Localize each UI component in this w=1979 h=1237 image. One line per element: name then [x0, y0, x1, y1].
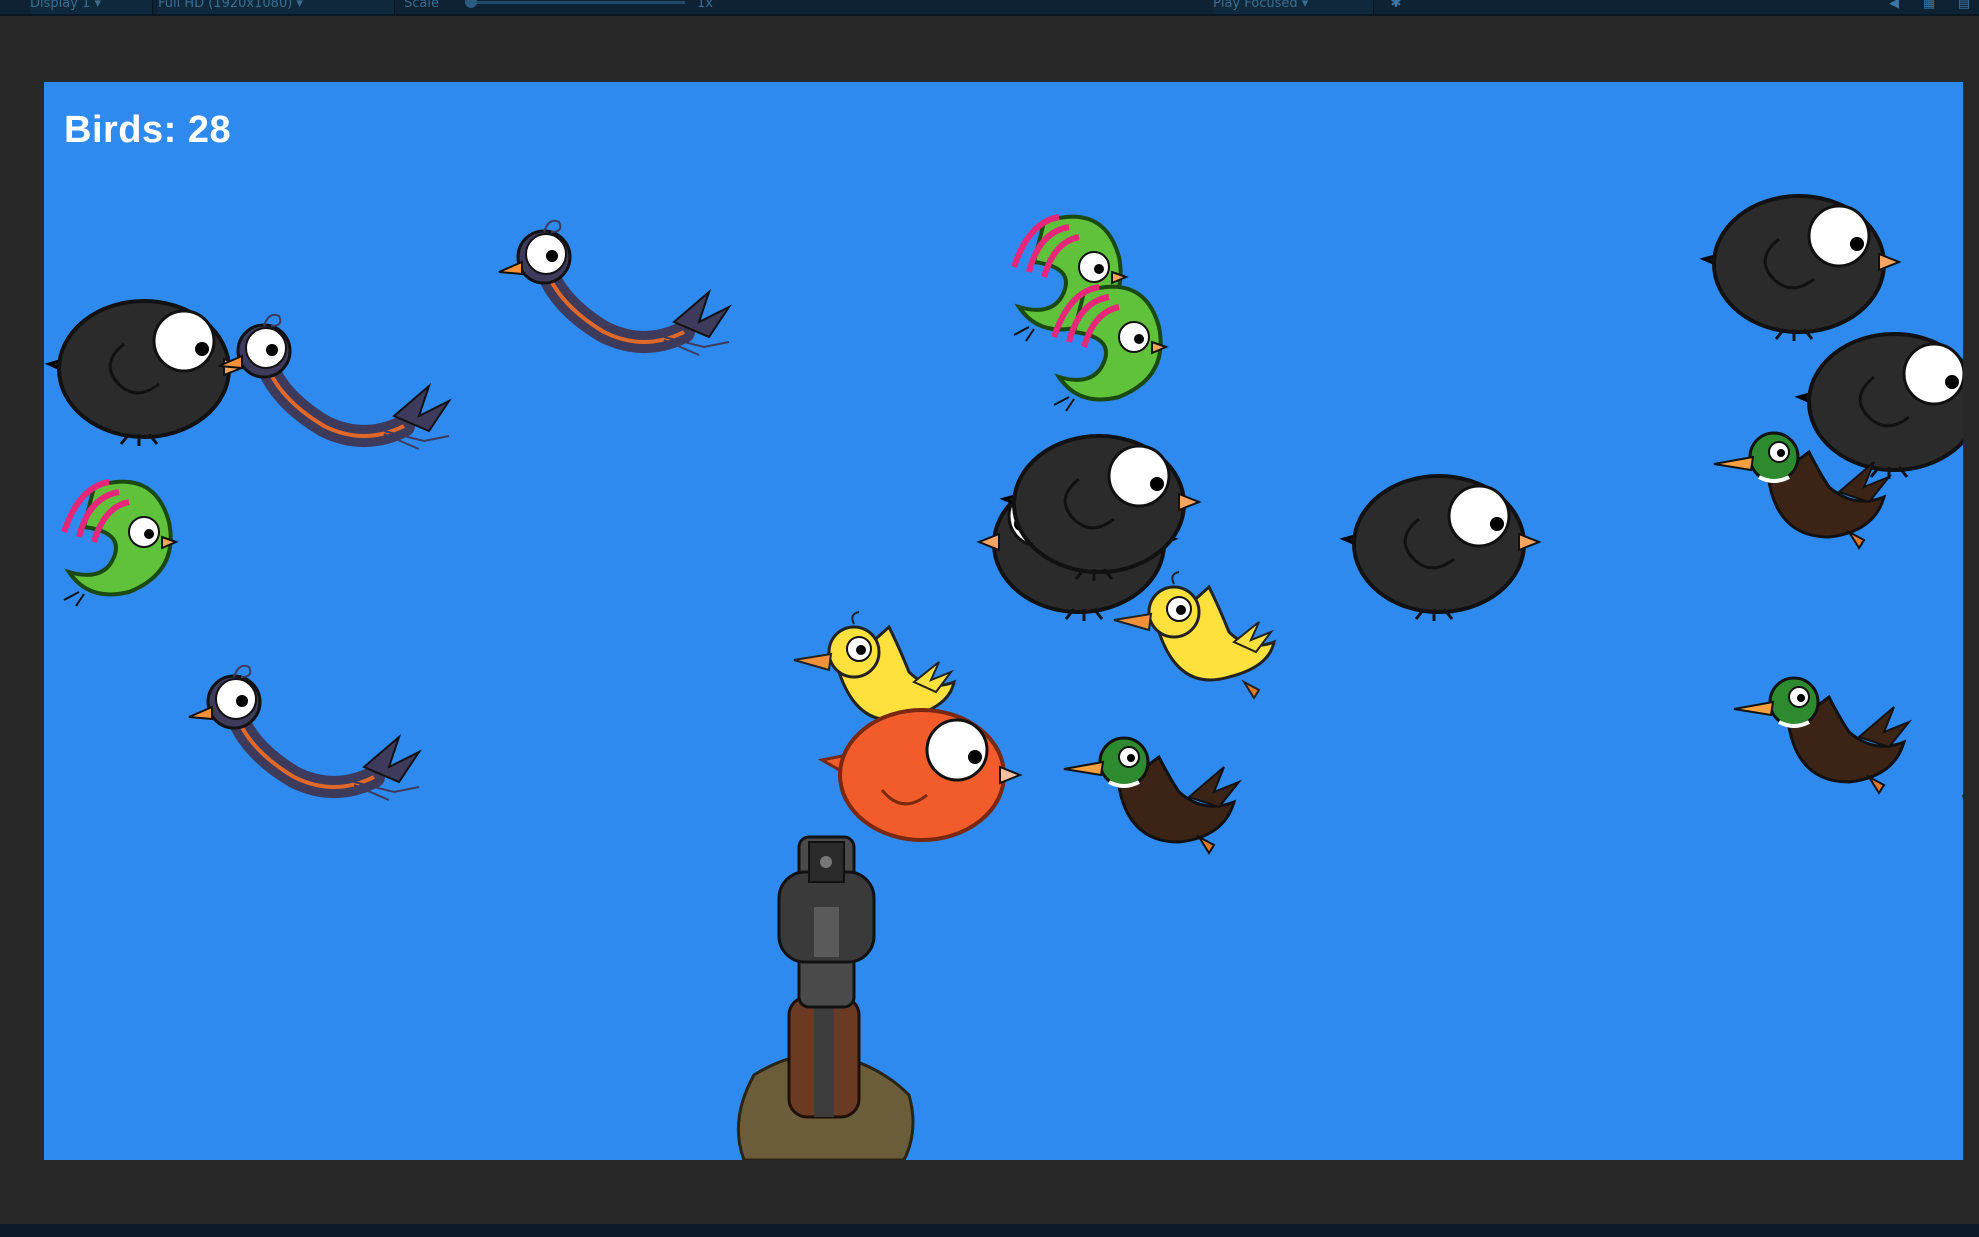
green-parrot[interactable]	[64, 482, 176, 606]
revolver-gun	[736, 835, 915, 1160]
game-scene: Birds: 28	[47, 109, 1963, 1160]
mallard-duck[interactable]	[1732, 676, 1911, 795]
orange-round-bird[interactable]	[820, 708, 1022, 842]
stats-icon[interactable]: ▦	[1915, 0, 1943, 14]
display-label: Display 1	[30, 0, 91, 11]
scale-label: Scale	[404, 0, 439, 11]
black-round-bird[interactable]	[47, 299, 246, 448]
scale-knob[interactable]	[465, 0, 477, 8]
scale-track	[465, 1, 685, 4]
bug-icon[interactable]: ✱	[1380, 0, 1412, 14]
black-round-bird[interactable]	[1702, 194, 1901, 343]
black-round-bird[interactable]	[1797, 332, 1963, 481]
scale-slider[interactable]	[465, 0, 685, 14]
green-parrot[interactable]	[1054, 287, 1166, 411]
mallard-duck[interactable]	[1062, 736, 1241, 855]
resolution-label: Full HD (1920x1080)	[158, 0, 293, 11]
black-round-bird[interactable]	[1342, 474, 1541, 623]
gizmos-icon[interactable]: ▤	[1950, 0, 1978, 14]
play-mode-dropdown[interactable]: Play Focused ▾	[1213, 0, 1374, 14]
purple-long-neck-bird[interactable]	[189, 666, 419, 800]
game-view[interactable]: Birds: 28	[44, 82, 1963, 1160]
resolution-dropdown[interactable]: Full HD (1920x1080) ▾	[158, 0, 395, 14]
editor-bottom-bar	[0, 1224, 1979, 1237]
scale-value: 1x	[697, 0, 713, 11]
editor-toolbar: Display 1 ▾ Full HD (1920x1080) ▾ Scale …	[0, 0, 1979, 16]
mute-audio-icon[interactable]: ◀	[1880, 0, 1908, 14]
purple-long-neck-bird[interactable]	[219, 315, 449, 449]
display-dropdown[interactable]: Display 1 ▾	[30, 0, 153, 14]
purple-long-neck-bird[interactable]	[499, 221, 729, 355]
play-mode-label: Play Focused	[1213, 0, 1298, 11]
bird-counter: Birds: 28	[64, 109, 231, 151]
